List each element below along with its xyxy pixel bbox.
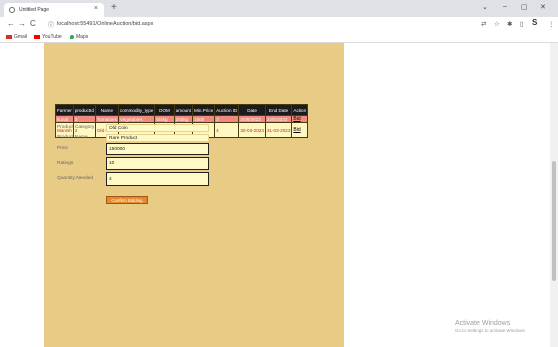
page-favicon-icon bbox=[9, 7, 15, 13]
watermark-title: Activate Windows bbox=[455, 320, 511, 327]
maps-icon bbox=[70, 35, 74, 39]
header-amount: amount bbox=[173, 104, 194, 116]
window-close-button[interactable]: ✕ bbox=[540, 3, 546, 11]
cell-farmer: kunal bbox=[55, 115, 74, 123]
cell-auction-id: 4 bbox=[214, 122, 240, 138]
youtube-icon bbox=[34, 35, 40, 39]
url-bar[interactable]: ⓘ localhost:55491/OnlineAuction/bid.aspx bbox=[48, 19, 448, 29]
product-name-field[interactable]: Rare Product bbox=[106, 134, 209, 142]
price-label: Price bbox=[57, 146, 68, 151]
cell-productid: 3 bbox=[72, 115, 96, 123]
browser-tab-strip: Untitled Page × + ⌄ – ▢ ✕ bbox=[0, 0, 558, 17]
tab-search-icon[interactable]: ⌄ bbox=[482, 3, 488, 11]
cell-commodity-type: Vegetables bbox=[117, 115, 156, 123]
new-tab-button[interactable]: + bbox=[111, 2, 117, 13]
cell-name: Tomatoes bbox=[94, 115, 119, 123]
table-header-row: Farmer productId Name commodity_type DOM… bbox=[55, 104, 309, 116]
tab-close-icon[interactable]: × bbox=[94, 5, 98, 12]
bookmark-label: Maps bbox=[76, 34, 89, 40]
bookmark-label: Gmail bbox=[14, 34, 28, 40]
quantity-needed-input[interactable]: 4 bbox=[106, 172, 209, 186]
profile-avatar[interactable]: S bbox=[532, 18, 537, 27]
header-auction-id: Auction ID bbox=[214, 104, 240, 116]
watermark-subtitle: Go to Settings to activate Windows. bbox=[455, 328, 527, 333]
header-end-date: End Date bbox=[264, 104, 293, 116]
maximize-button[interactable]: ▢ bbox=[521, 3, 528, 11]
extensions-icon[interactable]: ✱ bbox=[507, 20, 512, 28]
forward-icon[interactable]: → bbox=[18, 19, 26, 28]
menu-icon[interactable]: ⋮ bbox=[548, 20, 555, 28]
minimize-button[interactable]: – bbox=[503, 3, 507, 10]
scrollbar[interactable] bbox=[550, 43, 558, 347]
header-name: Name bbox=[94, 104, 119, 116]
confirm-bidding-button[interactable]: Confirm Bidding bbox=[106, 196, 148, 204]
cell-dom: 5/4kg bbox=[154, 115, 175, 123]
site-info-icon[interactable]: ⓘ bbox=[48, 20, 54, 29]
tab-title: Untitled Page bbox=[19, 7, 50, 13]
page-content bbox=[44, 43, 344, 347]
bookmark-youtube[interactable]: YouTube bbox=[34, 34, 62, 40]
product-name-label: Product Name bbox=[57, 135, 88, 140]
price-input[interactable]: 150000 bbox=[106, 143, 209, 155]
translate-icon[interactable]: ⇄ bbox=[481, 20, 486, 28]
gmail-icon bbox=[6, 35, 12, 39]
ratings-label: Ratings bbox=[57, 161, 74, 166]
windows-activation-watermark: Activate Windows Go to Settings to activ… bbox=[455, 320, 526, 333]
cell-auction-id: 3 bbox=[214, 115, 240, 123]
ratings-input[interactable]: 10 bbox=[106, 157, 209, 170]
cell-date: 20/5/2023 bbox=[238, 115, 266, 123]
cell-end-date: 22/5/2023 bbox=[264, 115, 293, 123]
cell-min-price: 1500 bbox=[192, 115, 216, 123]
bookmark-gmail[interactable]: Gmail bbox=[6, 34, 27, 40]
product-category-field[interactable]: Old Coin bbox=[106, 124, 209, 132]
table-row: kunal 3 Tomatoes Vegetables 5/4kg 200kg … bbox=[55, 115, 309, 123]
reload-icon[interactable]: C bbox=[30, 19, 36, 28]
cell-date: 30-03-2023 bbox=[238, 122, 266, 138]
header-action: Action bbox=[291, 104, 309, 116]
sidebar-icon[interactable]: ▯ bbox=[520, 20, 524, 28]
bid-link[interactable]: Bid bbox=[293, 116, 300, 122]
bookmark-label: YouTube bbox=[42, 34, 62, 40]
cell-amount: 200kg bbox=[173, 115, 194, 123]
header-date: Date bbox=[238, 104, 266, 116]
cell-action: Bid bbox=[291, 122, 309, 138]
bid-link[interactable]: Bid bbox=[293, 127, 300, 133]
bookmark-star-icon[interactable]: ☆ bbox=[494, 20, 500, 28]
header-commodity-type: commodity_type bbox=[117, 104, 156, 116]
cell-end-date: 31-03-2023 bbox=[264, 122, 293, 138]
quantity-needed-label: Quantity Needed bbox=[57, 176, 94, 181]
back-icon[interactable]: ← bbox=[7, 19, 15, 28]
header-farmer: Farmer bbox=[55, 104, 74, 116]
url-text: localhost:55491/OnlineAuction/bid.aspx bbox=[57, 21, 154, 27]
header-productid: productId bbox=[72, 104, 96, 116]
scrollbar-thumb[interactable] bbox=[552, 161, 556, 281]
cell-action: Bid bbox=[291, 115, 309, 123]
browser-tab[interactable]: Untitled Page × bbox=[4, 3, 104, 17]
auction-table: Farmer productId Name commodity_type DOM… bbox=[55, 104, 309, 138]
product-category-label: Product Category bbox=[57, 125, 95, 130]
bookmarks-bar: Gmail YouTube Maps bbox=[0, 32, 558, 43]
header-dom: DOM bbox=[154, 104, 175, 116]
header-min-price: Min.Price bbox=[192, 104, 216, 116]
bookmark-maps[interactable]: Maps bbox=[70, 34, 88, 40]
